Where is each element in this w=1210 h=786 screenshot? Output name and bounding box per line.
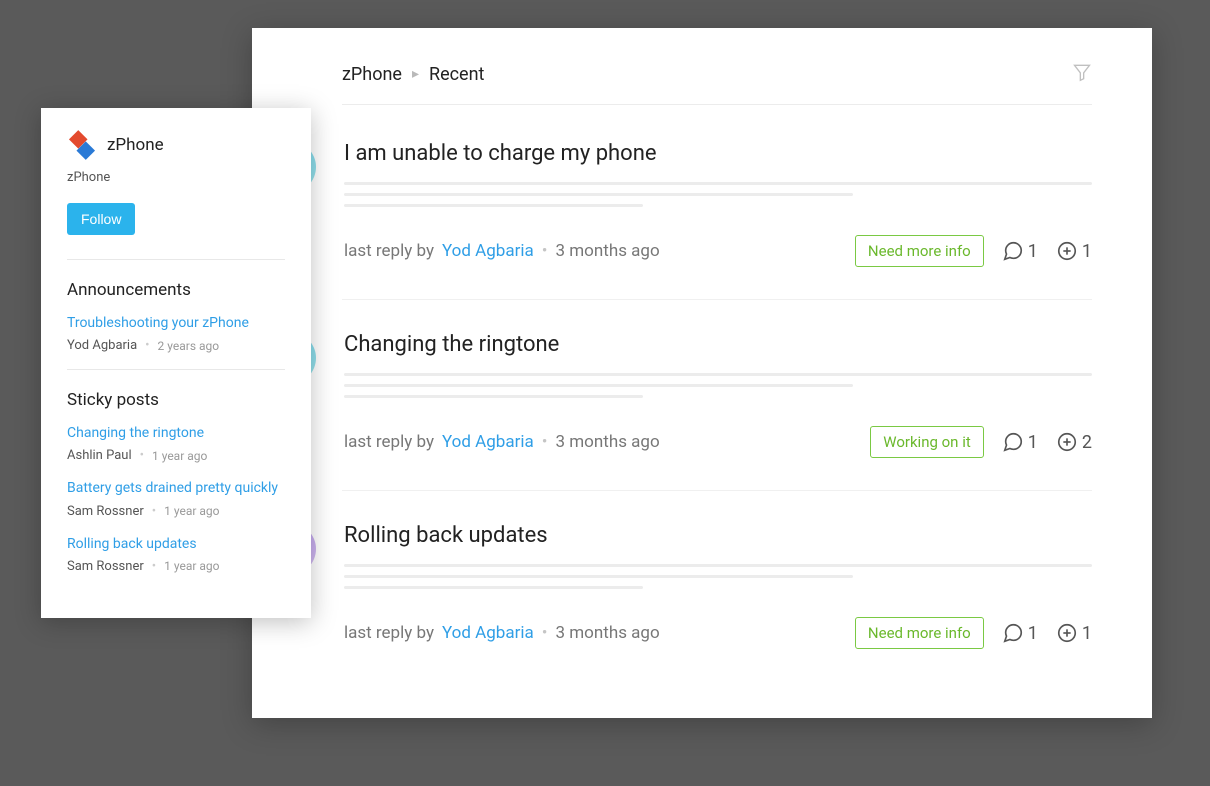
sticky-heading: Sticky posts [67,390,285,410]
sticky-post-meta: Sam Rossner • 1 year ago [67,559,285,574]
comments-count: 1 [1028,623,1038,644]
dot-separator: • [542,623,548,643]
topic-title[interactable]: Changing the ringtone [344,332,1092,357]
sticky-post-author: Sam Rossner [67,559,144,574]
topic-body: Changing the ringtone last reply by Yod … [344,332,1092,458]
breadcrumb-root[interactable]: zPhone [342,64,402,85]
sidebar-header: zPhone [67,130,285,160]
zphone-logo-icon [67,130,97,160]
sticky-post: Rolling back updates Sam Rossner • 1 yea… [67,535,285,574]
announcement-post: Troubleshooting your zPhone Yod Agbaria … [67,314,285,353]
breadcrumb-current[interactable]: Recent [429,64,484,85]
comments-count: 1 [1028,241,1038,262]
breadcrumb[interactable]: zPhone ▸ Recent [342,64,484,85]
announcement-post-meta: Yod Agbaria • 2 years ago [67,338,285,353]
sidebar-title: zPhone [107,135,164,155]
dot-separator: • [542,241,548,261]
sticky-post-title[interactable]: Battery gets drained pretty quickly [67,479,285,497]
follows-count: 1 [1082,623,1092,644]
comments-stat[interactable]: 1 [1002,240,1038,262]
comments-count: 1 [1028,432,1038,453]
sticky-post-ago: 1 year ago [164,504,219,518]
last-reply-label: last reply by [344,241,434,261]
status-badge: Need more info [855,235,984,267]
topic-preview [344,182,1092,207]
comments-stat[interactable]: 1 [1002,622,1038,644]
follow-button[interactable]: Follow [67,203,135,235]
topic-row: SR Rolling back updates last reply by Yo… [342,523,1092,681]
dot-separator: • [152,504,156,519]
topic-meta: last reply by Yod Agbaria • 3 months ago… [344,617,1092,649]
breadcrumb-row: zPhone ▸ Recent [342,62,1092,105]
chevron-right-icon: ▸ [412,66,419,82]
topic-meta-right: Working on it 1 2 [870,426,1092,458]
topic-row: AP Changing the ringtone last reply by Y… [342,332,1092,491]
comments-stat[interactable]: 1 [1002,431,1038,453]
sticky-post-meta: Sam Rossner • 1 year ago [67,504,285,519]
divider [67,259,285,260]
announcements-heading: Announcements [67,280,285,300]
sticky-post-author: Sam Rossner [67,504,144,519]
topic-title[interactable]: Rolling back updates [344,523,1092,548]
sticky-post-meta: Ashlin Paul • 1 year ago [67,448,285,463]
topic-meta-left: last reply by Yod Agbaria • 3 months ago [344,432,660,452]
sticky-post-author: Ashlin Paul [67,448,132,463]
dot-separator: • [542,432,548,452]
sticky-post: Battery gets drained pretty quickly Sam … [67,479,285,518]
topic-meta-right: Need more info 1 1 [855,235,1092,267]
announcement-post-title[interactable]: Troubleshooting your zPhone [67,314,285,332]
topic-body: I am unable to charge my phone last repl… [344,141,1092,267]
last-reply-author[interactable]: Yod Agbaria [442,623,534,643]
filter-icon[interactable] [1072,62,1092,86]
follows-count: 1 [1082,241,1092,262]
follows-stat[interactable]: 2 [1056,431,1092,453]
status-badge: Need more info [855,617,984,649]
topic-row: AP I am unable to charge my phone last r… [342,141,1092,300]
sticky-post-ago: 1 year ago [164,559,219,573]
sticky-post-title[interactable]: Changing the ringtone [67,424,285,442]
dot-separator: • [140,448,144,463]
topic-meta: last reply by Yod Agbaria • 3 months ago… [344,426,1092,458]
topic-meta-left: last reply by Yod Agbaria • 3 months ago [344,623,660,643]
sidebar-card: zPhone zPhone Follow Announcements Troub… [41,108,311,618]
topic-meta-right: Need more info 1 1 [855,617,1092,649]
topic-meta: last reply by Yod Agbaria • 3 months ago… [344,235,1092,267]
topic-body: Rolling back updates last reply by Yod A… [344,523,1092,649]
main-panel: zPhone ▸ Recent AP I am unable to charge… [252,28,1152,718]
follows-count: 2 [1082,432,1092,453]
topic-preview [344,564,1092,589]
sticky-post-ago: 1 year ago [152,449,207,463]
dot-separator: • [152,559,156,574]
topic-meta-left: last reply by Yod Agbaria • 3 months ago [344,241,660,261]
follows-stat[interactable]: 1 [1056,622,1092,644]
topic-title[interactable]: I am unable to charge my phone [344,141,1092,166]
announcement-post-author: Yod Agbaria [67,338,137,353]
announcement-post-ago: 2 years ago [158,339,220,353]
follows-stat[interactable]: 1 [1056,240,1092,262]
last-reply-author[interactable]: Yod Agbaria [442,432,534,452]
sticky-post-title[interactable]: Rolling back updates [67,535,285,553]
dot-separator: • [145,338,149,353]
divider [67,369,285,370]
topic-preview [344,373,1092,398]
status-badge: Working on it [870,426,984,458]
last-reply-author[interactable]: Yod Agbaria [442,241,534,261]
last-reply-label: last reply by [344,432,434,452]
last-reply-ago: 3 months ago [556,241,660,261]
last-reply-label: last reply by [344,623,434,643]
sticky-post: Changing the ringtone Ashlin Paul • 1 ye… [67,424,285,463]
sidebar-subtitle: zPhone [67,170,285,185]
last-reply-ago: 3 months ago [556,432,660,452]
last-reply-ago: 3 months ago [556,623,660,643]
